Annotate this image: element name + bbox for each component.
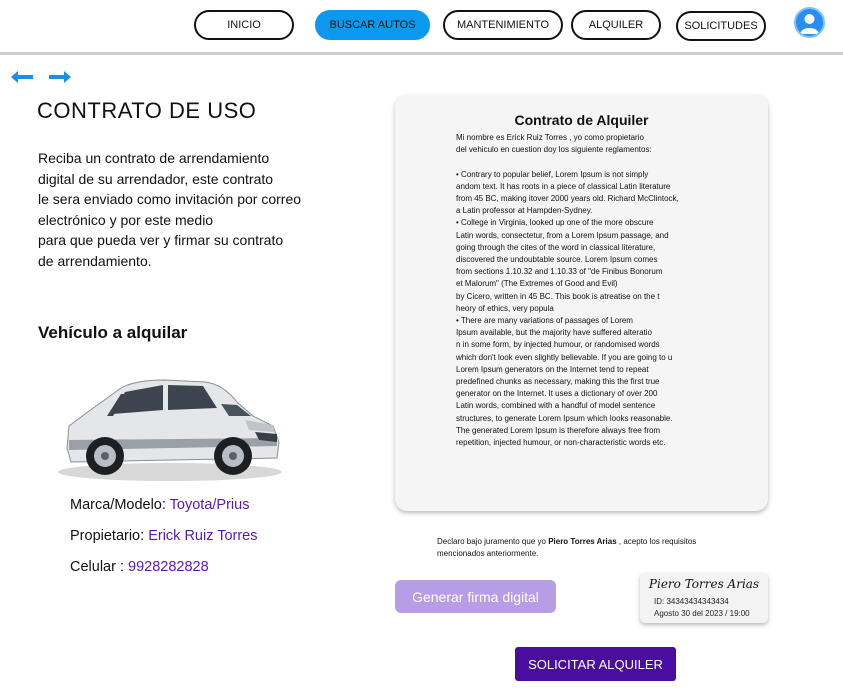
contract-line: predefined chunks as necessary, making t…: [456, 377, 660, 387]
contract-line: The generated Lorem Ipsum is therefore a…: [456, 425, 661, 435]
nav-alquiler-button[interactable]: ALQUILER: [571, 10, 661, 40]
contract-line: • Contrary to popular belief, Lorem Ipsu…: [456, 169, 649, 179]
vehicle-phone-row: Celular : 9928282828: [70, 559, 209, 575]
description-line: le sera enviado como invitación por corr…: [38, 191, 302, 207]
generate-signature-button[interactable]: Generar firma digital: [395, 580, 556, 613]
description-line: digital de su arrendador, este contrato: [38, 170, 274, 187]
nav-buscar-autos-button[interactable]: BUSCAR AUTOS: [315, 10, 430, 40]
declaration-name: Piero Torres Arias: [548, 537, 617, 546]
page-title: CONTRATO DE USO: [37, 98, 257, 123]
arrow-left-icon[interactable]: [10, 68, 34, 86]
contract-line: generator on the Internet. It uses a dic…: [456, 389, 658, 399]
contract-line: n in some form, by injected humour, or r…: [456, 340, 660, 350]
signature-name: Piero Torres Arias: [648, 577, 760, 591]
contract-title: Contrato de Alquiler: [514, 112, 649, 128]
contract-line: andom text. It has roots in a piece of c…: [456, 181, 671, 191]
contract-line: Latin words, combined with a handful of …: [456, 401, 656, 411]
contract-line: by Cicero, written in 45 BC. This book i…: [456, 291, 660, 301]
contract-line: • College in Virginia, looked up one of …: [456, 218, 654, 228]
contract-line: del vehiculo en cuestion doy los siguien…: [456, 145, 652, 155]
contract-line: which don't look even slightly believabl…: [456, 352, 673, 362]
contract-line: a Latin professor at Hampden-Sydney.: [456, 206, 593, 216]
description-line: de arrendamiento.: [38, 252, 152, 269]
nav-mantenimiento-button[interactable]: MANTENIMIENTO: [443, 10, 563, 40]
request-rental-button[interactable]: SOLICITAR ALQUILER: [515, 647, 676, 681]
vehicle-owner-row: Propietario: Erick Ruiz Torres: [70, 528, 258, 544]
contract-line: Latin words, consectetur, from a Lorem I…: [456, 230, 669, 240]
vehicle-model-row: Marca/Modelo: Toyota/Prius: [70, 497, 249, 513]
description-line: Reciba un contrato de arrendamiento: [38, 150, 270, 166]
contract-line: [456, 156, 716, 168]
vehicle-owner-value: Erick Ruiz Torres: [148, 528, 258, 544]
contract-line: discovered the undoubtable source. Lorem…: [456, 255, 658, 265]
signature-id: ID: 34343434343434: [654, 597, 729, 606]
declaration-before: Declaro bajo juramento que yo: [437, 537, 549, 546]
vehicle-image: [58, 379, 282, 481]
contract-line: going through the cites of the word in c…: [456, 242, 656, 252]
description-line: electrónico y por este medio: [38, 211, 214, 228]
signature-card: Piero Torres Arias ID: 34343434343434 Ag…: [640, 573, 768, 623]
arrow-right-icon[interactable]: [48, 68, 72, 86]
vehicle-owner-label: Propietario:: [70, 528, 149, 544]
contract-card[interactable]: Contrato de Alquiler Mi nombre es Erick …: [395, 95, 768, 511]
contract-line: from sections 1.10.32 and 1.10.33 of "de…: [456, 267, 663, 277]
contract-line: Mi nombre es Erick Ruiz Torres , yo como…: [456, 133, 644, 142]
vehicle-model-label: Marca/Modelo:: [70, 497, 170, 513]
vehicle-phone-label: Celular :: [70, 559, 129, 575]
contract-line: structures, to generate Lorem Ipsum whic…: [456, 413, 673, 423]
page-description: Reciba un contrato de arrendamiento digi…: [38, 148, 348, 271]
contract-line: et Malorum" (The Extremes of Good and Ev…: [456, 279, 618, 289]
contract-text: Mi nombre es Erick Ruiz Torres , yo como…: [456, 132, 716, 449]
user-avatar-icon[interactable]: [794, 7, 825, 38]
contract-line: from 45 BC, making itover 2000 years old…: [456, 194, 679, 204]
contract-line: Ipsum available, but the majority have s…: [456, 328, 652, 338]
top-nav-bar: INICIO BUSCAR AUTOS MANTENIMIENTO ALQUIL…: [0, 0, 843, 55]
contract-line: repetition, injected humour, or non-char…: [456, 438, 666, 448]
description-line: para que pueda ver y firmar su contrato: [38, 232, 284, 248]
vehicle-model-value: Toyota/Prius: [169, 497, 250, 513]
signature-date: Agosto 30 del 2023 / 19:00: [654, 609, 750, 618]
contract-line: Lorem Ipsum generators on the Internet t…: [456, 364, 649, 374]
declaration-text: Declaro bajo juramento que yo Piero Torr…: [437, 536, 737, 560]
vehicle-heading: Vehículo a alquilar: [38, 323, 188, 342]
nav-solicitudes-button[interactable]: SOLICITUDES: [676, 11, 766, 41]
vehicle-phone-value: 9928282828: [128, 559, 209, 575]
contract-line: heory of ethics, very popula: [456, 303, 554, 313]
contract-line: • There are many variations of passages …: [456, 316, 633, 326]
nav-inicio-button[interactable]: INICIO: [194, 10, 294, 40]
